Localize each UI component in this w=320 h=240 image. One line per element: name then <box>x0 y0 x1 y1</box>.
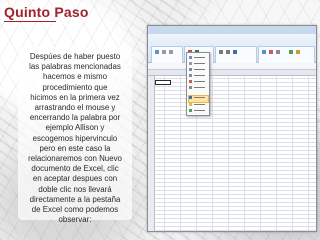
cut-icon <box>189 56 192 59</box>
formula-bar <box>148 63 316 70</box>
context-menu-item <box>189 74 206 78</box>
filter-icon <box>296 50 300 54</box>
format-icon <box>189 86 192 89</box>
context-menu-item <box>189 56 206 60</box>
slide-title: Quinto Paso <box>4 4 89 20</box>
excel-titlebar <box>148 26 316 34</box>
wrap-icon <box>226 50 230 54</box>
context-menu <box>186 52 210 116</box>
context-menu-item <box>189 62 206 66</box>
copy-icon <box>189 62 192 65</box>
format-icon <box>276 50 280 54</box>
context-menu-item <box>189 80 206 84</box>
delete-icon <box>189 80 192 83</box>
copy-icon <box>169 50 173 54</box>
align-icon <box>219 50 223 54</box>
excel-ribbon <box>148 34 316 66</box>
excel-screenshot <box>147 25 317 232</box>
spreadsheet-grid <box>148 76 316 231</box>
context-menu-item-hyperlink <box>189 96 206 100</box>
context-menu-item <box>189 68 206 72</box>
selected-cell <box>155 80 171 85</box>
insert-icon <box>189 74 192 77</box>
paste-icon <box>189 68 192 71</box>
context-menu-item <box>189 103 206 107</box>
comment-icon <box>189 103 192 106</box>
context-menu-item <box>189 86 206 90</box>
hyperlink-icon <box>189 96 192 99</box>
insert-icon <box>262 50 266 54</box>
chart-icon <box>189 109 192 112</box>
paste-icon <box>155 50 159 54</box>
slide-caption: Despúes de haber puesto las palabras men… <box>28 52 122 225</box>
row-headers <box>148 76 155 231</box>
cut-icon <box>162 50 166 54</box>
sort-icon <box>289 50 293 54</box>
title-underline <box>4 21 56 22</box>
hyperlink-icon <box>233 50 237 54</box>
delete-icon <box>269 50 273 54</box>
context-menu-item <box>189 109 206 113</box>
